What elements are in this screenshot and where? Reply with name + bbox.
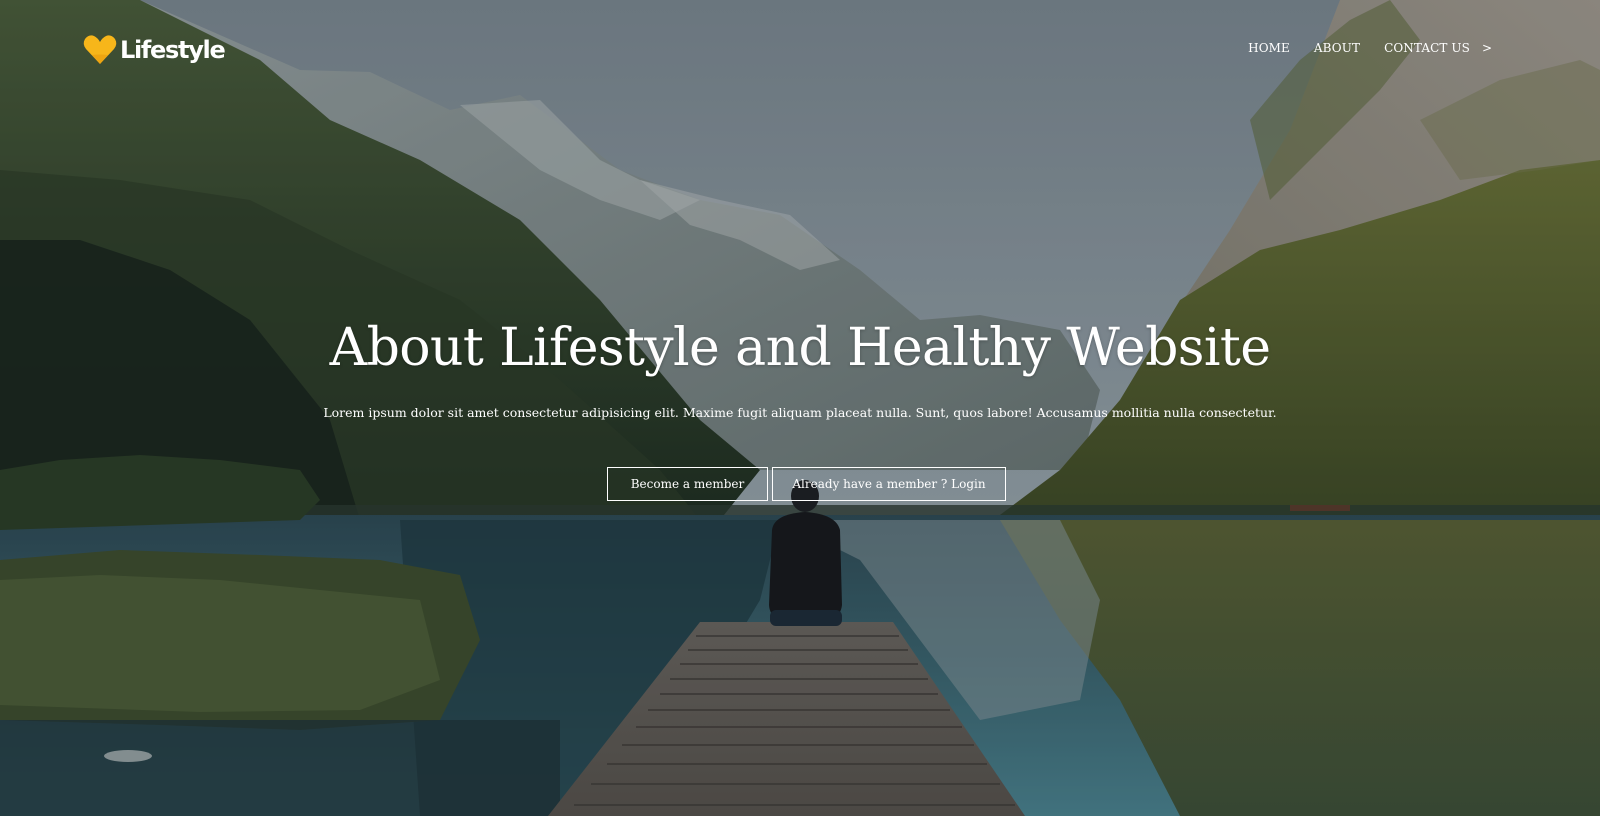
nav-item-about[interactable]: ABOUT [1314,41,1360,55]
main-nav: HOME ABOUT CONTACT US > [1224,41,1492,55]
become-member-button[interactable]: Become a member [607,467,768,501]
hero-section: Lifestyle HOME ABOUT CONTACT US > About … [0,0,1600,816]
brand-name: Lifestyle [120,36,226,64]
chevron-right-icon[interactable]: > [1482,41,1492,55]
hero-subtitle: Lorem ipsum dolor sit amet consectetur a… [323,405,1277,420]
login-button[interactable]: Already have a member ? Login [772,467,1006,501]
nav-item-home[interactable]: HOME [1248,41,1290,55]
heart-icon [83,35,117,64]
brand-logo[interactable]: Lifestyle [82,34,226,66]
nav-item-contact[interactable]: CONTACT US [1384,41,1470,55]
hero-button-row: Become a member Already have a member ? … [0,467,1600,501]
hero-title: About Lifestyle and Healthy Website [329,318,1271,378]
